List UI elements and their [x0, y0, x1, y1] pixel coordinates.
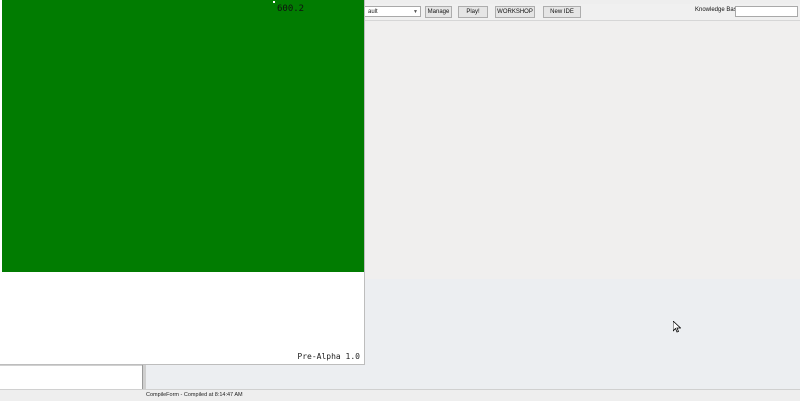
manage-button[interactable]: Manage: [425, 6, 452, 18]
project-tree-pane[interactable]: [0, 365, 142, 390]
player-marker: [273, 1, 275, 3]
workshop-button[interactable]: WORKSHOP: [495, 6, 535, 18]
new-ide-button[interactable]: New IDE: [543, 6, 581, 18]
editor-workspace[interactable]: [365, 21, 800, 279]
game-window[interactable]: 600.2 Pre-Alpha 1.0: [0, 0, 365, 365]
game-canvas[interactable]: [2, 0, 364, 272]
mouse-pointer-icon: [673, 321, 681, 333]
chevron-down-icon[interactable]: ▼: [413, 7, 418, 18]
project-select-value: ault: [368, 9, 378, 15]
output-pane[interactable]: [365, 279, 800, 389]
play-button[interactable]: Play!: [458, 6, 488, 18]
lower-pane: [146, 365, 365, 389]
score-readout: 600.2: [277, 4, 305, 14]
version-label: Pre-Alpha 1.0: [297, 352, 360, 361]
status-bar: CompileForm - Compiled at 8:14:47 AM: [0, 389, 800, 401]
status-text: CompileForm - Compiled at 8:14:47 AM: [146, 392, 243, 398]
knowledge-base-input[interactable]: [735, 6, 798, 17]
